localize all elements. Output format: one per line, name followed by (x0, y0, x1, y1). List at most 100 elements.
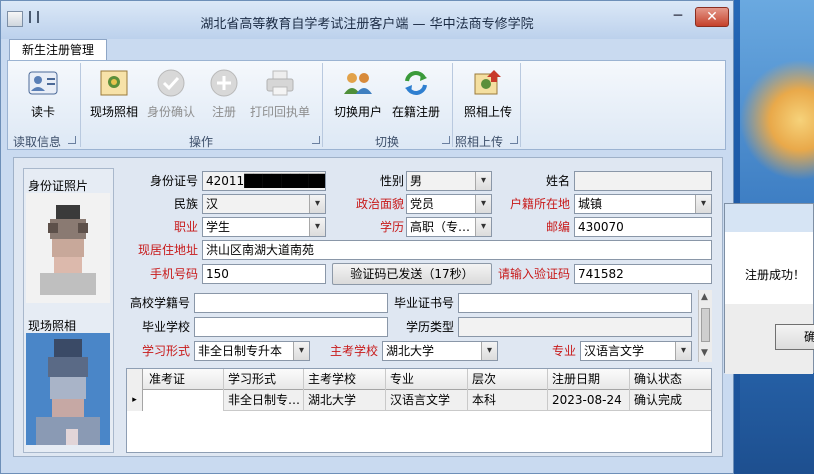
name-label: 姓名 (545, 174, 570, 188)
check-icon (155, 67, 187, 99)
main-school-select[interactable]: 湖北大学 (382, 341, 498, 361)
education-label: 学历 (379, 220, 404, 234)
register-label: 注册 (211, 105, 236, 119)
scrollbar-thumb[interactable] (701, 308, 710, 342)
window-title: 湖北省高等教育自学考试注册客户端 — 华中法商专修学院 (200, 17, 534, 32)
grid-header: 准考证 学习形式 主考学校 专业 层次 注册日期 确认状态 (127, 369, 711, 390)
enrolled-register-label: 在籍注册 (391, 105, 440, 119)
occupation-select[interactable]: 学生 (202, 217, 326, 237)
scroll-down-icon[interactable]: ▼ (701, 348, 708, 358)
major-select[interactable]: 汉语言文学 (580, 341, 692, 361)
table-cell[interactable]: 本科 (468, 390, 548, 411)
verify-code-label: 请输入验证码 (497, 267, 570, 281)
group-launcher-icon[interactable] (68, 136, 76, 144)
take-photo-label: 现场照相 (89, 105, 138, 119)
users-icon (342, 67, 374, 99)
close-button[interactable]: ✕ (695, 7, 729, 27)
address-label: 现居住地址 (137, 243, 198, 257)
id-number-label: 身份证号 (149, 174, 198, 188)
tab-new-student[interactable]: 新生注册管理 (9, 39, 107, 61)
group-separator (520, 63, 521, 147)
grad-cert-label: 毕业证书号 (393, 296, 454, 310)
occupation-label: 职业 (173, 220, 198, 234)
form-scrollbar[interactable]: ▲ ▼ (698, 290, 712, 362)
study-form-label: 学习形式 (141, 344, 190, 358)
dialog-title-bar (725, 204, 813, 232)
edu-type-label: 学历类型 (405, 320, 454, 334)
column-header[interactable]: 专业 (386, 369, 468, 390)
political-select[interactable]: 党员 (406, 194, 492, 214)
upload-photo-button[interactable]: 照相上传 (460, 65, 516, 125)
table-cell[interactable] (143, 390, 224, 411)
table-cell[interactable]: 非全日制专… (224, 390, 304, 411)
refresh-icon (400, 67, 432, 99)
enrolled-register-button[interactable]: 在籍注册 (388, 65, 444, 125)
live-photo-label: 现场照相 (28, 319, 77, 333)
dialog-message: 注册成功！ (745, 268, 806, 282)
ribbon-tab-bar: 新生注册管理 (1, 39, 733, 61)
name-field[interactable] (574, 171, 712, 191)
minimize-button[interactable]: ─ (665, 7, 691, 27)
upload-photo-icon (472, 67, 504, 99)
plus-icon (208, 67, 240, 99)
registration-grid: 准考证 学习形式 主考学校 专业 层次 注册日期 确认状态 ▸ 非全日制专… 湖… (126, 368, 712, 453)
table-cell[interactable]: 确认完成 (630, 390, 711, 411)
major-label: 专业 (551, 344, 576, 358)
scroll-up-icon[interactable]: ▲ (701, 292, 708, 302)
take-photo-button[interactable]: 现场照相 (86, 65, 142, 125)
postcode-label: 邮编 (545, 220, 570, 234)
political-label: 政治面貌 (355, 197, 404, 211)
study-form-select[interactable]: 非全日制专升本 (194, 341, 310, 361)
column-header[interactable]: 准考证 (143, 369, 224, 390)
table-cell[interactable]: 湖北大学 (304, 390, 386, 411)
ethnicity-select[interactable]: 汉 (202, 194, 326, 214)
table-cell[interactable]: 汉语言文学 (386, 390, 468, 411)
edu-type-field[interactable] (458, 317, 692, 337)
column-header[interactable]: 层次 (468, 369, 548, 390)
verify-code-button[interactable]: 验证码已发送（17秒） (332, 263, 492, 285)
household-label: 户籍所在地 (509, 197, 570, 211)
identity-confirm-label: 身份确认 (146, 105, 195, 119)
register-button[interactable]: 注册 (204, 65, 244, 125)
group-label-read: 读取信息 (12, 135, 61, 149)
column-header[interactable]: 注册日期 (548, 369, 630, 390)
verify-code-field[interactable]: 741582 (574, 264, 712, 284)
postcode-field[interactable]: 430070 (574, 217, 712, 237)
title-bar: 湖北省高等教育自学考试注册客户端 — 华中法商专修学院 ─ ✕ (1, 1, 733, 39)
group-launcher-icon[interactable] (442, 136, 450, 144)
read-card-button[interactable]: 读卡 (20, 65, 66, 125)
read-card-label: 读卡 (30, 105, 55, 119)
dialog-ok-button[interactable]: 确 (775, 324, 814, 350)
print-receipt-label: 打印回执单 (249, 105, 310, 119)
id-number-field[interactable]: 42011█████████1625 (202, 171, 326, 191)
photo-icon (98, 67, 130, 99)
printer-icon (264, 67, 296, 99)
phone-field[interactable]: 150 (202, 264, 326, 284)
column-header[interactable]: 确认状态 (630, 369, 711, 390)
identity-confirm-button[interactable]: 身份确认 (144, 65, 198, 125)
group-launcher-icon[interactable] (510, 136, 518, 144)
grad-cert-field[interactable] (458, 293, 692, 313)
education-select[interactable]: 高职（专… (406, 217, 492, 237)
photo-panel: 身份证照片 现场照相 (23, 168, 114, 453)
grad-school-field[interactable] (194, 317, 388, 337)
grad-school-label: 毕业学校 (141, 320, 190, 334)
column-header[interactable]: 主考学校 (304, 369, 386, 390)
print-receipt-button[interactable]: 打印回执单 (248, 65, 312, 125)
address-field[interactable]: 洪山区南湖大道南苑 (202, 240, 712, 260)
column-header[interactable]: 学习形式 (224, 369, 304, 390)
gender-select[interactable]: 男 (406, 171, 492, 191)
table-row[interactable]: ▸ 非全日制专… 湖北大学 汉语言文学 本科 2023-08-24 确认完成 (127, 390, 711, 411)
registration-panel: 身份证照片 现场照相 身份证号 42011████████ 性别 男 ▾ 姓名 … (13, 157, 723, 457)
id-photo-label: 身份证照片 (28, 179, 89, 193)
group-launcher-icon[interactable] (312, 136, 320, 144)
ribbon: 读卡 现场照相 身份确认 注册 打印回执单 切换用户 在籍注册 照相上传 读取信… (7, 60, 726, 150)
id-photo (26, 193, 110, 303)
college-id-field[interactable] (194, 293, 388, 313)
table-cell[interactable]: 2023-08-24 (548, 390, 630, 411)
household-select[interactable]: 城镇 (574, 194, 712, 214)
live-photo (26, 333, 110, 445)
switch-user-button[interactable]: 切换用户 (330, 65, 386, 125)
row-selector-icon[interactable]: ▸ (127, 390, 143, 411)
success-dialog: 注册成功！ 确 (724, 203, 814, 374)
